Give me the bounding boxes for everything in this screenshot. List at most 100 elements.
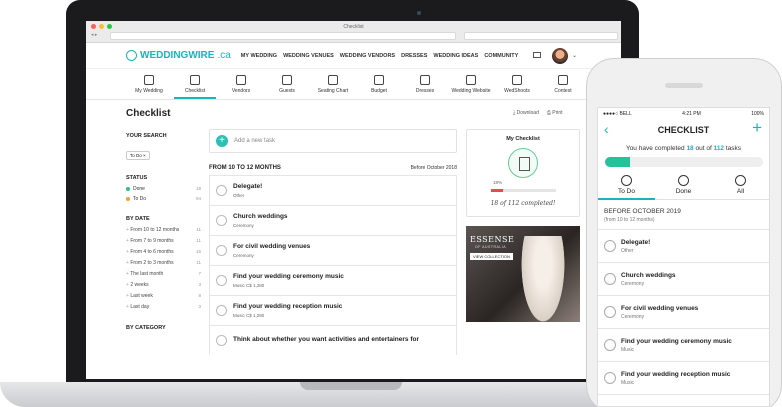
date-filter[interactable]: From 10 to 12 months 11: [126, 227, 201, 233]
task-row[interactable]: Delegate! Other: [209, 175, 457, 205]
weddingwire-logo[interactable]: WEDDINGWIRE .ca: [126, 50, 231, 61]
avatar[interactable]: [552, 48, 568, 64]
date-filter[interactable]: From 4 to 6 months 15: [126, 249, 201, 255]
check-circle-icon: [678, 175, 689, 186]
ad-brand: ESSENSE: [470, 235, 515, 244]
date-filter[interactable]: Last day 3: [126, 304, 201, 310]
checkbox-circle-icon[interactable]: [604, 339, 616, 351]
phone-task-row[interactable]: For civil wedding venues Ceremony: [598, 296, 769, 329]
plus-icon[interactable]: +: [216, 135, 228, 147]
date-filter[interactable]: From 2 to 3 months 11: [126, 260, 201, 266]
print-button[interactable]: ⎙ Print: [547, 110, 563, 116]
back-chevron-icon[interactable]: ‹: [604, 121, 609, 137]
checkbox-circle-icon[interactable]: [216, 305, 227, 316]
date-count: 11: [196, 227, 201, 232]
date-heading: BY DATE: [126, 216, 150, 222]
browser-nav-buttons[interactable]: ◂ ▸: [91, 32, 97, 38]
menu-wedding-vendors[interactable]: WEDDING VENDORS: [340, 53, 395, 59]
progress-mid: out of: [695, 145, 712, 152]
add-task-input[interactable]: + Add a new task: [209, 129, 457, 153]
phone-task-row[interactable]: Delegate! Other: [598, 230, 769, 263]
mail-icon[interactable]: [533, 52, 541, 58]
phone-speaker: [665, 83, 703, 88]
address-bar[interactable]: [110, 32, 456, 40]
task-row[interactable]: Find your wedding ceremony music Music C$…: [209, 265, 457, 295]
advertisement-banner[interactable]: ESSENSE OF AUSTRALIA VIEW COLLECTION: [466, 226, 580, 322]
phone-progress-text: You have completed 18 out of 112 tasks: [598, 145, 769, 152]
progress-pre: You have completed: [625, 145, 685, 152]
tool-wedding-website[interactable]: Wedding Website: [448, 69, 494, 99]
camera-dot: [417, 11, 421, 15]
date-count: 11: [196, 238, 201, 243]
date-filter[interactable]: 2 weeks 3: [126, 282, 201, 288]
tool-my-wedding[interactable]: My Wedding: [126, 69, 172, 99]
menu-dresses[interactable]: DRESSES: [401, 53, 427, 59]
my-checklist-title: My Checklist: [506, 136, 540, 142]
browser-search-bar[interactable]: [464, 32, 618, 40]
checkbox-circle-icon[interactable]: [216, 185, 227, 196]
checkbox-circle-icon[interactable]: [216, 335, 227, 346]
laptop-screen: Checklist ◂ ▸ WEDDINGWIRE .ca MY WEDDING …: [86, 21, 621, 379]
date-count: 3: [198, 282, 201, 287]
status-done[interactable]: Done 18: [126, 186, 201, 192]
status-todo[interactable]: To Do 94: [126, 196, 201, 202]
menu-wedding-ideas[interactable]: WEDDING IDEAS: [433, 53, 478, 59]
tool-budget[interactable]: Budget: [356, 69, 402, 99]
search-tag[interactable]: To Do ×: [126, 151, 150, 160]
date-label: Last week: [126, 293, 153, 299]
phone-task-row[interactable]: Find your wedding reception music Music: [598, 362, 769, 395]
date-filter[interactable]: Last week 8: [126, 293, 201, 299]
phone-task-row[interactable]: Church weddings Ceremony: [598, 263, 769, 296]
completed-text: 18 of 112 completed!: [490, 200, 556, 207]
view-collection-button[interactable]: VIEW COLLECTION: [470, 253, 513, 260]
tool-wedshoots[interactable]: WedShoots: [494, 69, 540, 99]
task-category: Ceremony: [233, 223, 254, 228]
tool-guests[interactable]: Guests: [264, 69, 310, 99]
tools-bar: My Wedding Checklist Vendors Guests Seat…: [86, 69, 621, 100]
search-heading: YOUR SEARCH: [126, 133, 167, 139]
date-filter[interactable]: The last month 7: [126, 271, 201, 277]
checklist-page: Checklist ⤓ Download ⎙ Print YOUR SEARCH…: [86, 100, 621, 360]
task-row[interactable]: For civil wedding venues Ceremony: [209, 235, 457, 265]
task-row[interactable]: Find your wedding reception music Music C…: [209, 295, 457, 325]
tool-contest[interactable]: Contest: [540, 69, 586, 99]
progress-bar: [491, 189, 556, 192]
date-count: 8: [198, 293, 201, 298]
task-row[interactable]: Church weddings Ceremony: [209, 205, 457, 235]
checkbox-circle-icon[interactable]: [604, 240, 616, 252]
tool-vendors[interactable]: Vendors: [218, 69, 264, 99]
phone-header: ‹ CHECKLIST +: [598, 118, 769, 140]
tool-seating-chart[interactable]: Seating Chart: [310, 69, 356, 99]
checkbox-circle-icon[interactable]: [216, 215, 227, 226]
tool-label: Budget: [371, 87, 387, 94]
tool-checklist[interactable]: Checklist: [172, 69, 218, 99]
battery: 100%: [751, 111, 764, 117]
task-row[interactable]: Think about whether you want activities …: [209, 325, 457, 355]
menu-wedding-venues[interactable]: WEDDING VENUES: [283, 53, 334, 59]
task-category: Music C$ 1,280: [233, 283, 265, 288]
checkbox-circle-icon[interactable]: [604, 306, 616, 318]
tab-to-do[interactable]: To Do: [598, 175, 655, 200]
add-plus-icon[interactable]: +: [752, 118, 762, 138]
tab-done[interactable]: Done: [655, 175, 712, 199]
menu-community[interactable]: COMMUNITY: [484, 53, 518, 59]
menu-my-wedding[interactable]: MY WEDDING: [241, 53, 277, 59]
status-count: 94: [195, 196, 201, 201]
chevron-down-icon[interactable]: ⌄: [572, 52, 577, 59]
tool-label: Wedding Website: [451, 87, 491, 94]
checkbox-circle-icon[interactable]: [216, 275, 227, 286]
phone-task-row[interactable]: Find your wedding ceremony music Music: [598, 329, 769, 362]
date-label: 2 weeks: [126, 282, 148, 288]
date-filter[interactable]: From 7 to 9 months 11: [126, 238, 201, 244]
website-icon: [466, 74, 476, 85]
download-button[interactable]: ⤓ Download: [513, 110, 539, 116]
checkbox-circle-icon[interactable]: [216, 245, 227, 256]
checkbox-circle-icon[interactable]: [604, 372, 616, 384]
bride-photo: [518, 236, 568, 322]
checkbox-circle-icon[interactable]: [604, 273, 616, 285]
logo-word: WEDDINGWIRE: [140, 50, 215, 61]
tool-dresses[interactable]: Dresses: [402, 69, 448, 99]
tab-all[interactable]: All: [712, 175, 769, 199]
status-count: 18: [195, 186, 201, 191]
table-icon: [328, 74, 338, 85]
